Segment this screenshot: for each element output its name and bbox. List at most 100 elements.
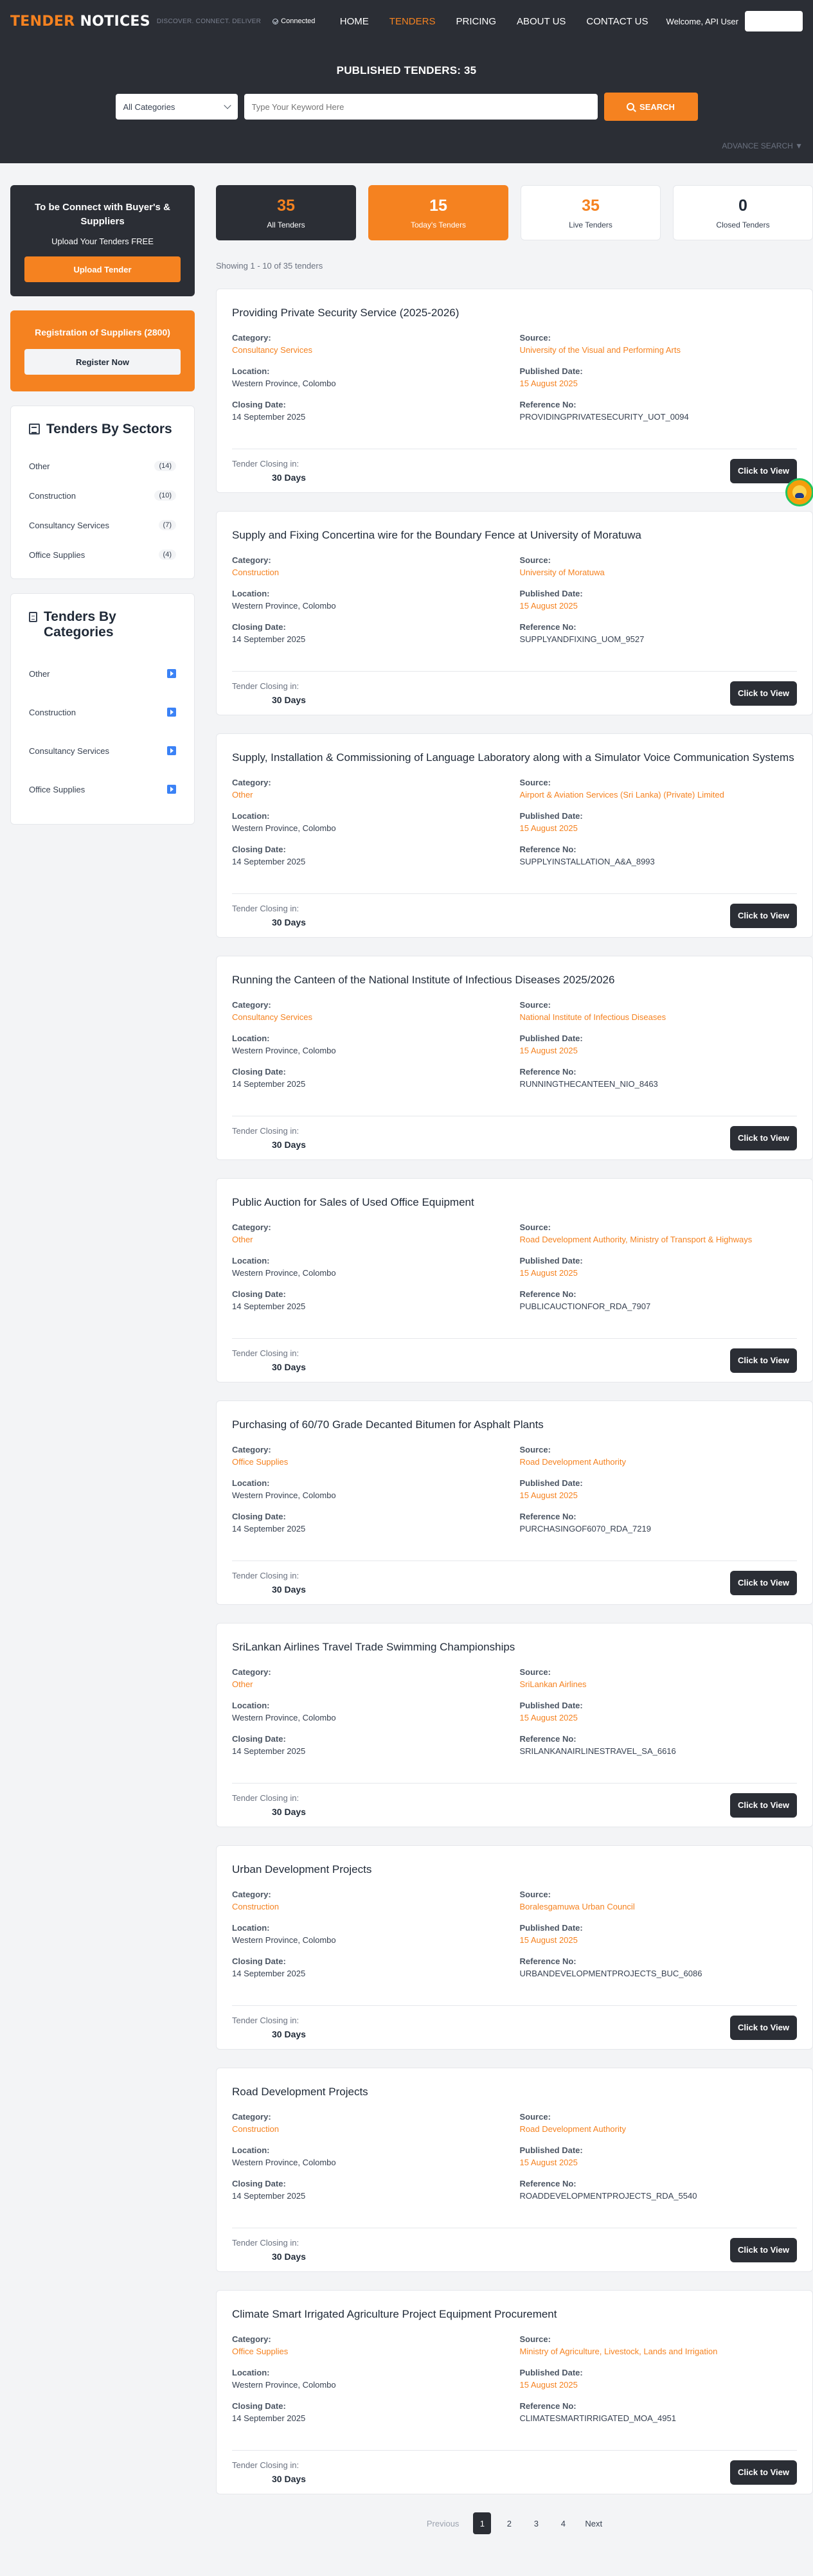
- sector-item-office-supplies[interactable]: Office Supplies (4): [29, 540, 176, 569]
- click-to-view-button[interactable]: Click to View: [730, 1570, 797, 1595]
- field-value[interactable]: Other: [232, 1235, 510, 1244]
- field-value[interactable]: University of Moratuwa: [520, 568, 798, 577]
- tender-location: Location: Western Province, Colombo: [232, 1256, 510, 1278]
- field-label: Reference No:: [519, 2179, 576, 2188]
- field-value[interactable]: Ministry of Agriculture, Livestock, Land…: [520, 2347, 798, 2356]
- category-select[interactable]: All Categories: [115, 94, 238, 120]
- field-value: 15 August 2025: [519, 2380, 578, 2390]
- field-value[interactable]: Construction: [232, 568, 510, 577]
- tender-title[interactable]: Running the Canteen of the National Inst…: [232, 972, 797, 988]
- tender-location: Location: Western Province, Colombo: [232, 2145, 510, 2167]
- nav-pricing[interactable]: PRICING: [456, 16, 496, 27]
- click-to-view-button[interactable]: Click to View: [730, 903, 797, 928]
- countdown-label: Tender Closing in:: [232, 459, 299, 469]
- field-value[interactable]: Consultancy Services: [232, 1012, 510, 1022]
- upload-tender-button[interactable]: Upload Tender: [24, 256, 181, 282]
- page-3-button[interactable]: 3: [527, 2512, 545, 2534]
- field-label: Category:: [232, 778, 271, 787]
- nav-tenders[interactable]: TENDERS: [389, 16, 436, 27]
- category-item-office-supplies[interactable]: Office Supplies: [29, 770, 176, 809]
- click-to-view-button[interactable]: Click to View: [730, 2460, 797, 2485]
- stat-closed-tenders[interactable]: 0 Closed Tenders: [673, 185, 813, 240]
- field-value[interactable]: Consultancy Services: [232, 345, 510, 355]
- tender-card: Urban Development Projects Category: Const…: [216, 1845, 813, 2050]
- stat-live-tenders[interactable]: 35 Live Tenders: [521, 185, 661, 240]
- tender-location: Location: Western Province, Colombo: [232, 1701, 510, 1722]
- tender-published: Published Date: 15 August 2025: [520, 1033, 798, 1055]
- nav-about-us[interactable]: ABOUT US: [517, 16, 566, 27]
- field-value[interactable]: Road Development Authority: [520, 1457, 798, 1467]
- tender-title[interactable]: Providing Private Security Service (2025…: [232, 305, 797, 321]
- field-value[interactable]: National Institute of Infectious Disease…: [520, 1012, 798, 1022]
- click-to-view-button[interactable]: Click to View: [730, 1793, 797, 1818]
- click-to-view-button[interactable]: Click to View: [730, 1348, 797, 1373]
- keyword-input[interactable]: [244, 94, 598, 120]
- field-value[interactable]: Office Supplies: [232, 2347, 510, 2356]
- countdown-days: 30 Days: [272, 1807, 306, 1817]
- next-page-button[interactable]: Next: [585, 2519, 602, 2528]
- sector-item-construction[interactable]: Construction (10): [29, 481, 176, 510]
- search-button[interactable]: SEARCH: [603, 93, 698, 121]
- field-value[interactable]: Road Development Authority, Ministry of …: [520, 1235, 798, 1244]
- field-label: Location:: [232, 1923, 270, 1933]
- countdown-days: 30 Days: [272, 1584, 306, 1595]
- tender-title[interactable]: Public Auction for Sales of Used Office …: [232, 1194, 797, 1211]
- tender-reference: Reference No: CLIMATESMARTIRRIGATED_MOA_4…: [520, 2401, 798, 2423]
- previous-page-button[interactable]: Previous: [427, 2519, 460, 2528]
- click-to-view-button[interactable]: Click to View: [730, 458, 797, 483]
- field-value[interactable]: Construction: [232, 1902, 510, 1911]
- field-value[interactable]: Other: [232, 790, 510, 800]
- field-value[interactable]: SriLankan Airlines: [520, 1679, 798, 1689]
- countdown-days: 30 Days: [272, 472, 306, 483]
- field-value[interactable]: Other: [232, 1679, 510, 1689]
- user-menu-button[interactable]: [745, 11, 803, 31]
- field-value: SUPPLYINSTALLATION_A&A_8993: [519, 857, 655, 866]
- category-item-construction[interactable]: Construction: [29, 693, 176, 731]
- page-4-button[interactable]: 4: [554, 2512, 572, 2534]
- click-to-view-button[interactable]: Click to View: [730, 1125, 797, 1150]
- field-value: Western Province, Colombo: [232, 1935, 336, 1945]
- tender-title[interactable]: Supply, Installation & Commissioning of …: [232, 749, 797, 766]
- field-value[interactable]: University of the Visual and Performing …: [520, 345, 798, 355]
- field-label: Source:: [519, 1222, 551, 1232]
- field-value[interactable]: Airport & Aviation Services (Sri Lanka) …: [520, 790, 798, 800]
- tender-title[interactable]: Road Development Projects: [232, 2084, 797, 2100]
- tender-title[interactable]: Climate Smart Irrigated Agriculture Proj…: [232, 2306, 797, 2323]
- category-item-consultancy[interactable]: Consultancy Services: [29, 731, 176, 770]
- field-value[interactable]: Road Development Authority: [520, 2124, 798, 2134]
- tender-title[interactable]: Purchasing of 60/70 Grade Decanted Bitum…: [232, 1417, 797, 1433]
- click-to-view-button[interactable]: Click to View: [730, 2237, 797, 2262]
- tender-details: Category: Office Supplies Source: Road Deve…: [232, 1445, 797, 1534]
- page-2-button[interactable]: 2: [500, 2512, 518, 2534]
- field-value[interactable]: Office Supplies: [232, 1457, 510, 1467]
- click-to-view-button[interactable]: Click to View: [730, 2015, 797, 2040]
- nav-home[interactable]: HOME: [340, 16, 369, 27]
- tender-title[interactable]: Urban Development Projects: [232, 1861, 797, 1878]
- sector-item-consultancy[interactable]: Consultancy Services (7): [29, 510, 176, 540]
- field-label: Source:: [519, 2112, 551, 2122]
- field-value: CLIMATESMARTIRRIGATED_MOA_4951: [519, 2413, 676, 2423]
- page-1-button[interactable]: 1: [473, 2512, 492, 2534]
- register-now-button[interactable]: Register Now: [24, 349, 181, 375]
- nav-contact-us[interactable]: CONTACT US: [586, 16, 648, 27]
- stat-all-tenders[interactable]: 35 All Tenders: [216, 185, 356, 240]
- click-to-view-button[interactable]: Click to View: [730, 681, 797, 706]
- field-label: Closing Date:: [232, 1956, 286, 1966]
- field-value: 15 August 2025: [519, 379, 578, 388]
- field-value[interactable]: Construction: [232, 2124, 510, 2134]
- field-label: Category:: [232, 1890, 271, 1899]
- field-value[interactable]: Boralesgamuwa Urban Council: [520, 1902, 798, 1911]
- field-value: 14 September 2025: [232, 2191, 306, 2201]
- sector-item-other[interactable]: Other (14): [29, 451, 176, 481]
- advance-search-link[interactable]: ADVANCE SEARCH ▼: [0, 141, 813, 150]
- category-item-other[interactable]: Other: [29, 654, 176, 693]
- tender-title[interactable]: Supply and Fixing Concertina wire for th…: [232, 527, 797, 544]
- chat-avatar-button[interactable]: [785, 478, 813, 506]
- tender-reference: Reference No: PUBLICAUCTIONFOR_RDA_7907: [520, 1289, 798, 1311]
- stat-todays-tenders[interactable]: 15 Today's Tenders: [368, 185, 508, 240]
- chevron-down-icon: [223, 102, 231, 109]
- logo[interactable]: TENDER NOTICES: [10, 13, 150, 30]
- tender-title[interactable]: SriLankan Airlines Travel Trade Swimming…: [232, 1639, 797, 1656]
- search-button-label: SEARCH: [639, 102, 675, 112]
- tender-published: Published Date: 15 August 2025: [520, 1923, 798, 1945]
